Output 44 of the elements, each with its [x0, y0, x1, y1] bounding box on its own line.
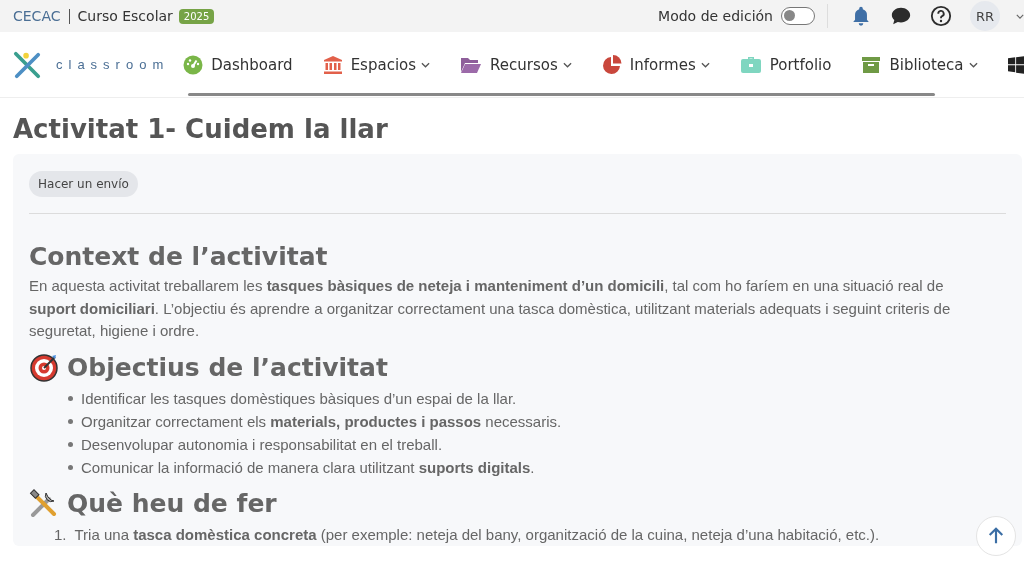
classroom-logo[interactable]: classroom: [0, 50, 170, 79]
bullet-icon: [68, 418, 73, 424]
paragraph: En aquesta activitat treballarem les tasques bàsiques de neteja i manteniment d’un domicili, tal com ho faríem en una situació real de suport domiciliari. L’objectiu és aprendre a organitzar correctament una tasca domèstica, utilitzant materials adequats i seguint criteris de seguretat, higiene i ordre.: [29, 276, 952, 341]
nav-menu-item[interactable]: Espacios: [322, 54, 431, 75]
gauge-icon: [183, 54, 204, 75]
chat-bubble-icon[interactable]: [890, 5, 912, 27]
caret-icon[interactable]: [1016, 13, 1024, 19]
nav-menu-item[interactable]: Dashboard: [183, 54, 293, 75]
list-item-text: Organitzar correctament els materials, productes i passos necessaris.: [81, 411, 562, 432]
folder-icon: [460, 55, 483, 74]
list-item-text: Tria una tasca domèstica concreta (per exemple: neteja del bany, organització de la cuina, neteja d’una habitació, etc.).: [74, 524, 880, 545]
list-item-text: Comunicar la informació de manera clara utilitzant suports digitals.: [81, 457, 535, 478]
nav-menu-item[interactable]: Biblioteca: [861, 54, 978, 75]
nav-menu-item[interactable]: Portfolio: [739, 54, 832, 75]
list-item-text: Desenvolupar autonomia i responsabilitat en el treball.: [81, 434, 443, 455]
bullet-icon: [68, 464, 73, 470]
year-badge: 2025: [178, 8, 215, 24]
logo-text: classroom: [56, 57, 170, 72]
arrow-up-icon: [987, 527, 1005, 545]
organization-link[interactable]: CECAC: [13, 8, 61, 24]
nav-menu-item[interactable]: Informes: [601, 54, 710, 75]
target-icon: [29, 352, 59, 383]
section-heading: Context de l’activitat: [29, 242, 328, 271]
section-heading: Objectius de l’activitat: [67, 353, 388, 382]
bullet-icon: [68, 441, 73, 447]
pie-chart-icon: [601, 54, 622, 75]
help-icon[interactable]: [930, 5, 952, 27]
briefcase-icon: [739, 54, 762, 75]
list-item-text: Identificar les tasques domèstiques bàsiques d’un espai de la llar.: [81, 388, 517, 409]
edit-mode-label: Modo de edición: [658, 8, 773, 24]
tools-icon: [29, 488, 59, 519]
logo-cross-icon: [12, 50, 42, 79]
edit-mode-toggle[interactable]: [781, 7, 815, 25]
user-avatar[interactable]: RR: [970, 1, 1000, 31]
course-label: Curso Escolar: [77, 8, 173, 24]
archive-box-icon: [861, 54, 882, 75]
nav-menu-item[interactable]: Recursos: [460, 55, 572, 74]
page-title: Activitat 1- Cuidem la llar: [13, 114, 389, 144]
institution-icon: [322, 54, 343, 75]
section-heading: Què heu de fer: [67, 489, 277, 518]
bullet-icon: [68, 395, 73, 401]
list-number: 1.: [54, 524, 67, 545]
submit-button[interactable]: Hacer un envío: [29, 171, 138, 197]
windows-icon[interactable]: [1007, 55, 1024, 74]
